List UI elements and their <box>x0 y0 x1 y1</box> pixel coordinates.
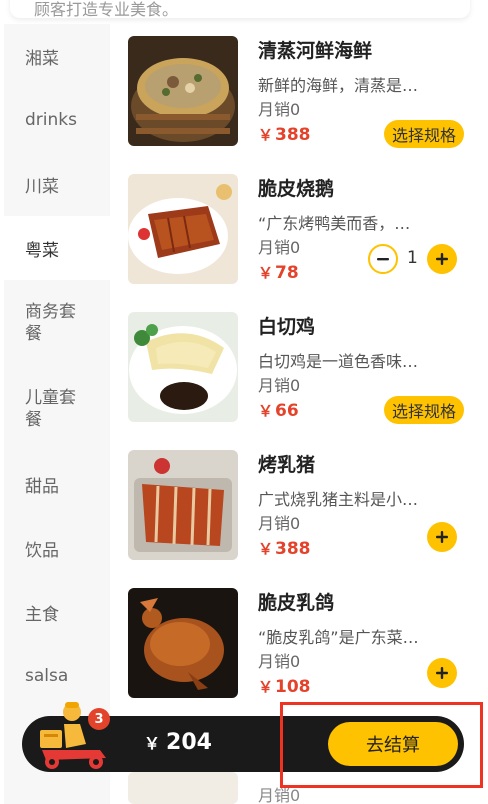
product-desc: “脆皮乳鸽”是广东菜… <box>258 628 419 647</box>
product-name: 清蒸河鲜海鲜 <box>258 40 373 62</box>
category-item-chuancai[interactable]: 川菜 <box>4 152 110 216</box>
category-item-staple[interactable]: 主食 <box>4 580 110 644</box>
menu-page: 顾客打造专业美食。 湘菜 drinks 川菜 粤菜 商务套餐 儿童套餐 甜品 饮… <box>0 0 488 804</box>
category-item-business-set[interactable]: 商务套餐 <box>4 280 110 366</box>
category-item-xiangcai[interactable]: 湘菜 <box>4 24 110 88</box>
category-label: 甜品 <box>25 476 59 497</box>
cart-count-badge: 3 <box>88 708 110 730</box>
product-item[interactable]: 烤乳猪 广式烧乳猪主料是小… 月销0 ￥ 388 <box>112 438 488 576</box>
product-image-steamed-seafood <box>128 36 238 146</box>
price-value: 66 <box>275 401 299 421</box>
checkout-highlight-box <box>280 702 483 788</box>
category-label: drinks <box>25 110 77 130</box>
product-list: 清蒸河鲜海鲜 新鲜的海鲜，清蒸是… 月销0 ￥388 选择规格 脆皮烧鹅 “广 <box>112 24 488 804</box>
price-value: 388 <box>275 125 311 145</box>
currency-symbol: ￥ <box>258 126 274 144</box>
decrease-quantity-button[interactable] <box>368 244 398 274</box>
category-item-kids-set[interactable]: 儿童套餐 <box>4 366 110 452</box>
shop-notice-text: 顾客打造专业美食。 <box>34 0 179 19</box>
product-price: ￥ 78 <box>258 262 299 283</box>
product-price: ￥ 388 <box>258 538 311 559</box>
category-sidebar: 湘菜 drinks 川菜 粤菜 商务套餐 儿童套餐 甜品 饮品 主食 salsa <box>4 24 110 804</box>
minus-icon <box>377 258 389 261</box>
product-sales: 月销0 <box>258 514 301 533</box>
product-sales: 月销0 <box>258 100 301 119</box>
product-item[interactable]: 脆皮乳鸽 “脆皮乳鸽”是广东菜… 月销0 ￥ 108 <box>112 576 488 714</box>
select-spec-button[interactable]: 选择规格 <box>383 120 464 148</box>
cart-total: ￥ 204 <box>144 730 212 755</box>
product-price: ￥ 108 <box>258 676 311 697</box>
product-image-roast-suckling-pig <box>128 450 238 560</box>
currency-symbol: ￥ <box>144 734 161 753</box>
product-sales: 月销0 <box>258 376 301 395</box>
increase-quantity-button[interactable] <box>427 244 457 274</box>
currency-symbol: ￥ <box>258 678 274 696</box>
select-spec-button[interactable]: 选择规格 <box>383 396 464 424</box>
product-image-white-cut-chicken <box>128 312 238 422</box>
product-sales: 月销0 <box>258 652 301 671</box>
price-value: 78 <box>275 263 299 283</box>
category-label: 川菜 <box>25 176 59 197</box>
product-item[interactable]: 清蒸河鲜海鲜 新鲜的海鲜，清蒸是… 月销0 ￥ 388 选择规格 <box>112 24 488 162</box>
product-sales: 月销0 <box>258 238 301 257</box>
category-label: 粤菜 <box>25 240 59 261</box>
product-desc: 白切鸡是一道色香味… <box>258 352 419 371</box>
price-value: 108 <box>275 677 311 697</box>
currency-symbol: ￥ <box>258 402 274 420</box>
product-item[interactable]: 白切鸡 白切鸡是一道色香味… 月销0 ￥ 66 选择规格 <box>112 300 488 438</box>
product-item[interactable]: 脆皮烧鹅 “广东烤鸭美而香，… 月销0 ￥ 78 1 <box>112 162 488 300</box>
category-item-yuecai[interactable]: 粤菜 <box>4 216 110 280</box>
product-image-peek <box>128 772 238 804</box>
product-name: 烤乳猪 <box>258 454 316 476</box>
category-item-dessert[interactable]: 甜品 <box>4 452 110 516</box>
currency-symbol: ￥ <box>258 264 274 282</box>
category-label: 湘菜 <box>25 48 59 69</box>
plus-icon <box>436 667 448 679</box>
add-to-cart-button[interactable] <box>427 522 457 552</box>
quantity-value: 1 <box>407 248 418 268</box>
plus-icon <box>436 531 448 543</box>
product-image-crispy-pigeon <box>128 588 238 698</box>
category-label: 饮品 <box>25 540 59 561</box>
category-item-beverages[interactable]: 饮品 <box>4 516 110 580</box>
currency-symbol: ￥ <box>258 540 274 558</box>
product-desc: 新鲜的海鲜，清蒸是… <box>258 76 419 95</box>
category-label: 儿童套餐 <box>25 388 76 430</box>
product-price: ￥ 66 <box>258 400 299 421</box>
category-label: 商务套餐 <box>25 302 76 344</box>
cart-total-value: 204 <box>166 730 212 755</box>
price-value: 388 <box>275 539 311 559</box>
product-image-roast-goose <box>128 174 238 284</box>
product-desc: “广东烤鸭美而香，… <box>258 214 411 233</box>
product-name: 脆皮乳鸽 <box>258 592 335 614</box>
product-price: ￥ 388 <box>258 124 311 145</box>
plus-icon <box>436 253 448 265</box>
add-to-cart-button[interactable] <box>427 658 457 688</box>
product-desc: 广式烧乳猪主料是小… <box>258 490 419 509</box>
category-item-drinks[interactable]: drinks <box>4 88 110 152</box>
category-label: 主食 <box>25 604 59 625</box>
product-name: 脆皮烧鹅 <box>258 178 335 200</box>
category-label: salsa <box>25 666 69 686</box>
product-name: 白切鸡 <box>258 316 316 338</box>
